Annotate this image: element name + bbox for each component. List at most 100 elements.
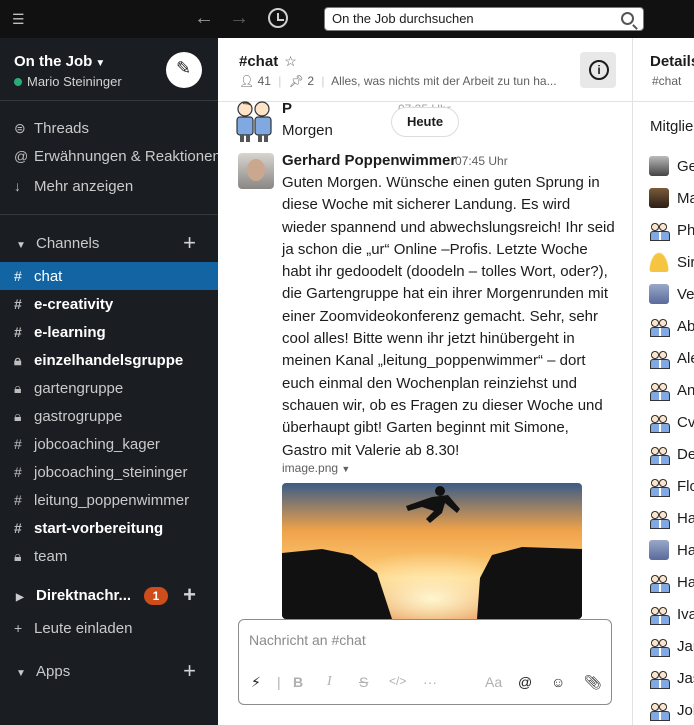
member-name: Ha — [677, 542, 694, 559]
member-avatar — [649, 188, 669, 209]
member-name: Ma — [677, 190, 694, 207]
member-list-item[interactable]: An — [649, 380, 694, 404]
attachment-icon[interactable]: 📎︎ — [584, 674, 602, 691]
code-icon[interactable]: </> — [389, 674, 406, 688]
member-list-item[interactable]: De — [649, 444, 694, 468]
member-name: De — [677, 446, 694, 463]
member-list-item[interactable]: Ph — [649, 220, 694, 244]
back-arrow-icon[interactable]: ← — [194, 8, 214, 28]
forward-arrow-icon[interactable]: → — [229, 8, 249, 28]
channel-topic[interactable]: Alles, was nichts mit der Arbeit zu tun … — [331, 74, 556, 88]
file-name-label[interactable]: image.png ▼ — [282, 461, 350, 475]
sidebar-item-leitung-poppenwimmer[interactable]: # leitung_poppenwimmer — [0, 486, 218, 514]
sidebar-item-jobcoaching-kager[interactable]: # jobcoaching_kager — [0, 430, 218, 458]
member-name: Jas — [677, 670, 694, 687]
lock-icon: 🔒︎ — [14, 548, 22, 564]
member-list-item[interactable]: Ha — [649, 508, 694, 532]
sidebar-item-start-vorbereitung[interactable]: # start-vorbereitung — [0, 514, 218, 542]
top-bar: ☰ ← → On the Job durchsuchen — [0, 0, 694, 38]
member-list-item[interactable]: Flo — [649, 476, 694, 500]
sidebar-divider — [0, 100, 218, 101]
members-section-header[interactable]: Mitglieder — [650, 118, 694, 135]
apps-section-header[interactable]: ▼ Apps + — [0, 658, 218, 686]
member-list-item[interactable]: Iva — [649, 604, 694, 628]
menu-icon[interactable]: ☰ — [12, 12, 28, 26]
member-avatar — [649, 284, 669, 305]
member-list-item[interactable]: Ha — [649, 572, 694, 596]
sidebar-item-einzelhandelsgruppe[interactable]: 🔒︎ einzelhandelsgruppe — [0, 346, 218, 374]
image-attachment[interactable] — [282, 483, 582, 619]
chevron-down-icon: ▼ — [95, 58, 106, 69]
member-list-item[interactable]: Ve — [649, 284, 694, 308]
italic-icon[interactable]: I — [327, 674, 332, 690]
sidebar-item-e-creativity[interactable]: # e-creativity — [0, 290, 218, 318]
plus-icon: + — [14, 620, 23, 636]
channel-info-button[interactable] — [580, 52, 616, 88]
member-list-item[interactable]: Jas — [649, 668, 694, 692]
sidebar-item-show-more[interactable]: ↓ Mehr anzeigen — [0, 172, 218, 200]
sidebar-item-gartengruppe[interactable]: 🔒︎ gartengruppe — [0, 374, 218, 402]
pictogram-avatar[interactable] — [234, 100, 274, 142]
emoji-icon[interactable]: ☺ — [551, 674, 565, 690]
sidebar-item-chat[interactable]: # chat — [0, 262, 218, 290]
sidebar-item-jobcoaching-steininger[interactable]: # jobcoaching_steininger — [0, 458, 218, 486]
shortcuts-icon[interactable]: ⚡︎ — [251, 674, 261, 691]
member-avatar — [649, 668, 670, 690]
member-count[interactable]: 41 — [258, 74, 271, 88]
sidebar-item-mentions[interactable]: @ Erwähnungen & Reaktionen — [0, 142, 218, 170]
bold-icon[interactable]: B — [293, 674, 303, 690]
member-avatar — [649, 380, 670, 402]
workspace-name[interactable]: On the Job ▼ — [14, 53, 105, 70]
pin-count[interactable]: 2 — [307, 74, 314, 88]
add-channel-icon[interactable]: + — [183, 230, 196, 256]
add-direct-message-icon[interactable]: + — [183, 582, 196, 608]
lock-icon: 🔒︎ — [14, 380, 22, 396]
member-list-item[interactable]: Sir — [649, 252, 694, 276]
add-app-icon[interactable]: + — [183, 658, 196, 684]
message-input[interactable]: Nachricht an #chat — [249, 632, 366, 648]
details-divider — [633, 101, 694, 102]
mention-icon[interactable]: @ — [518, 674, 532, 690]
message-timestamp[interactable]: 07:45 Uhr — [455, 154, 508, 168]
sidebar: On the Job▼ Mario Steininger ⊜Threads @E… — [0, 38, 218, 725]
search-input[interactable]: On the Job durchsuchen — [324, 7, 644, 31]
channels-section-header[interactable]: ▼ Channels + — [0, 230, 218, 258]
strikethrough-icon[interactable]: S — [359, 674, 368, 690]
member-list-item[interactable]: Jol — [649, 700, 694, 724]
sidebar-item-threads[interactable]: ⊜ Threads — [0, 114, 218, 142]
channel-title[interactable]: #chat ☆ — [239, 53, 297, 70]
hash-icon: # — [14, 464, 22, 480]
member-list-item[interactable]: Jar — [649, 636, 694, 660]
unread-badge: 1 — [144, 587, 168, 605]
lock-icon: 🔒︎ — [14, 408, 22, 424]
message-author[interactable]: Gerhard Poppenwimmer — [282, 152, 456, 169]
sidebar-item-team[interactable]: 🔒︎ team — [0, 542, 218, 570]
member-list-item[interactable]: Ab — [649, 316, 694, 340]
member-list-item[interactable]: Ma — [649, 188, 694, 212]
invite-people-button[interactable]: + Leute einladen — [0, 614, 218, 642]
history-icon[interactable] — [268, 8, 288, 28]
compose-button[interactable] — [166, 52, 202, 88]
member-avatar — [649, 476, 670, 498]
formatting-toggle-icon[interactable]: Aa — [485, 674, 502, 690]
message-composer[interactable]: Nachricht an #chat ⚡︎ | B I S </> ··· Aa… — [238, 619, 612, 705]
hash-icon: # — [14, 436, 22, 452]
avatar[interactable] — [238, 153, 274, 189]
members-icon[interactable]: 👤︎ — [239, 74, 254, 88]
pin-icon[interactable]: 📌︎ — [289, 74, 304, 88]
more-formatting-icon[interactable]: ··· — [423, 674, 437, 690]
toolbar-divider: | — [277, 674, 281, 690]
sidebar-item-e-learning[interactable]: # e-learning — [0, 318, 218, 346]
sidebar-item-gastrogruppe[interactable]: 🔒︎ gastrogruppe — [0, 402, 218, 430]
member-name: Jol — [677, 702, 694, 719]
member-list-item[interactable]: Ha — [649, 540, 694, 564]
direct-messages-section-header[interactable]: ▶ Direktnachr... 1 + — [0, 582, 218, 610]
member-list-item[interactable]: Ale — [649, 348, 694, 372]
message-author[interactable]: P — [282, 100, 292, 117]
date-divider-button[interactable]: Heute — [391, 107, 459, 137]
member-list-item[interactable]: Cv — [649, 412, 694, 436]
member-list-item[interactable]: Ge — [649, 156, 694, 180]
member-avatar — [649, 156, 669, 177]
star-icon[interactable]: ☆ — [284, 53, 297, 69]
member-name: Ha — [677, 510, 694, 527]
